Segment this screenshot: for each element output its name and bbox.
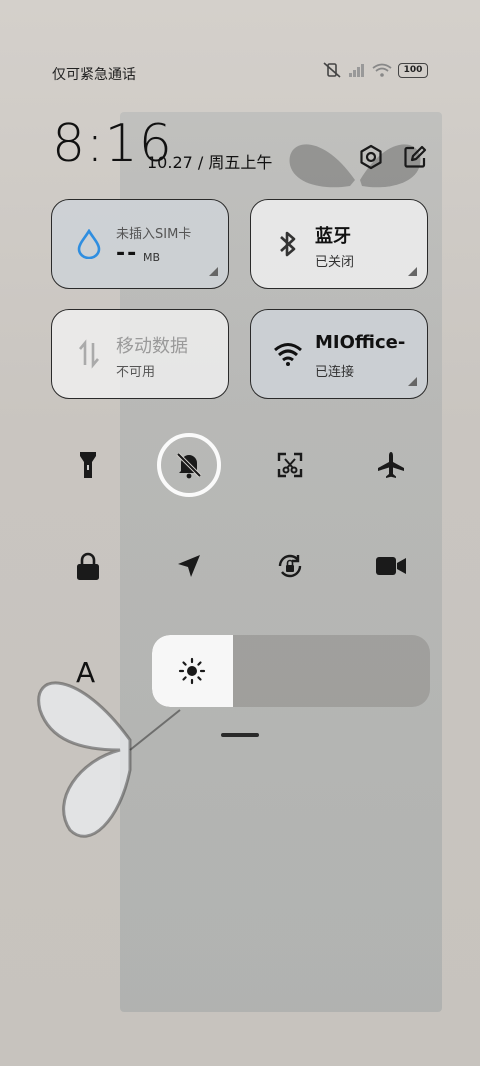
location-toggle[interactable] xyxy=(157,534,221,598)
settings-button[interactable] xyxy=(354,140,388,174)
font-size-button[interactable]: A xyxy=(76,656,95,689)
bluetooth-icon xyxy=(273,228,303,260)
date-label: 10.27 / 周五上午 xyxy=(147,153,273,172)
lock-icon xyxy=(77,552,99,580)
wifi-tile[interactable]: MIOffice- 已连接 xyxy=(250,309,428,399)
mobile-data-tile[interactable]: 移动数据 不可用 xyxy=(51,309,229,399)
mobile-data-status: 不可用 xyxy=(116,365,156,380)
screenshot-icon xyxy=(277,452,303,478)
drag-handle[interactable] xyxy=(221,733,259,737)
flashlight-toggle[interactable] xyxy=(56,433,120,497)
location-icon xyxy=(178,555,200,577)
wifi-icon xyxy=(273,338,303,370)
mobile-data-title: 移动数据 xyxy=(116,336,188,357)
airplane-toggle[interactable] xyxy=(359,433,423,497)
wifi-network-name: MIOffice- xyxy=(315,332,406,353)
expand-corner-icon xyxy=(408,377,417,386)
wifi-status: 已连接 xyxy=(315,365,355,380)
mute-toggle[interactable] xyxy=(157,433,221,497)
edit-icon xyxy=(404,145,427,168)
sim-status-label: 未插入SIM卡 xyxy=(116,227,192,242)
wifi-status-icon xyxy=(372,63,392,77)
battery-indicator: 100 xyxy=(398,62,428,78)
bluetooth-status: 已关闭 xyxy=(315,255,355,270)
settings-icon xyxy=(360,144,382,170)
bell-off-icon xyxy=(176,452,202,479)
rotate-lock-icon xyxy=(278,554,302,578)
vibrate-off-icon xyxy=(323,62,341,78)
expand-corner-icon xyxy=(408,267,417,276)
water-drop-icon xyxy=(74,228,104,260)
brightness-icon xyxy=(178,657,206,685)
video-icon xyxy=(376,557,406,575)
bluetooth-tile[interactable]: 蓝牙 已关闭 xyxy=(250,199,428,289)
mobile-data-icon xyxy=(74,338,104,370)
airplane-icon xyxy=(378,452,404,478)
expand-corner-icon xyxy=(209,267,218,276)
data-usage-unit: MB xyxy=(143,251,161,264)
status-icons: 100 xyxy=(322,62,428,78)
signal-icon xyxy=(349,64,364,77)
brightness-slider[interactable] xyxy=(152,635,430,707)
data-usage-value: -- xyxy=(116,241,139,266)
screenshot-toggle[interactable] xyxy=(258,433,322,497)
flashlight-icon xyxy=(80,452,96,478)
edit-button[interactable] xyxy=(398,140,432,174)
bluetooth-title: 蓝牙 xyxy=(315,226,351,247)
screen-record-toggle[interactable] xyxy=(359,534,423,598)
data-usage-tile[interactable]: 未插入SIM卡 -- MB xyxy=(51,199,229,289)
lock-toggle[interactable] xyxy=(56,534,120,598)
carrier-label: 仅可紧急通话 xyxy=(52,67,136,83)
rotation-lock-toggle[interactable] xyxy=(258,534,322,598)
